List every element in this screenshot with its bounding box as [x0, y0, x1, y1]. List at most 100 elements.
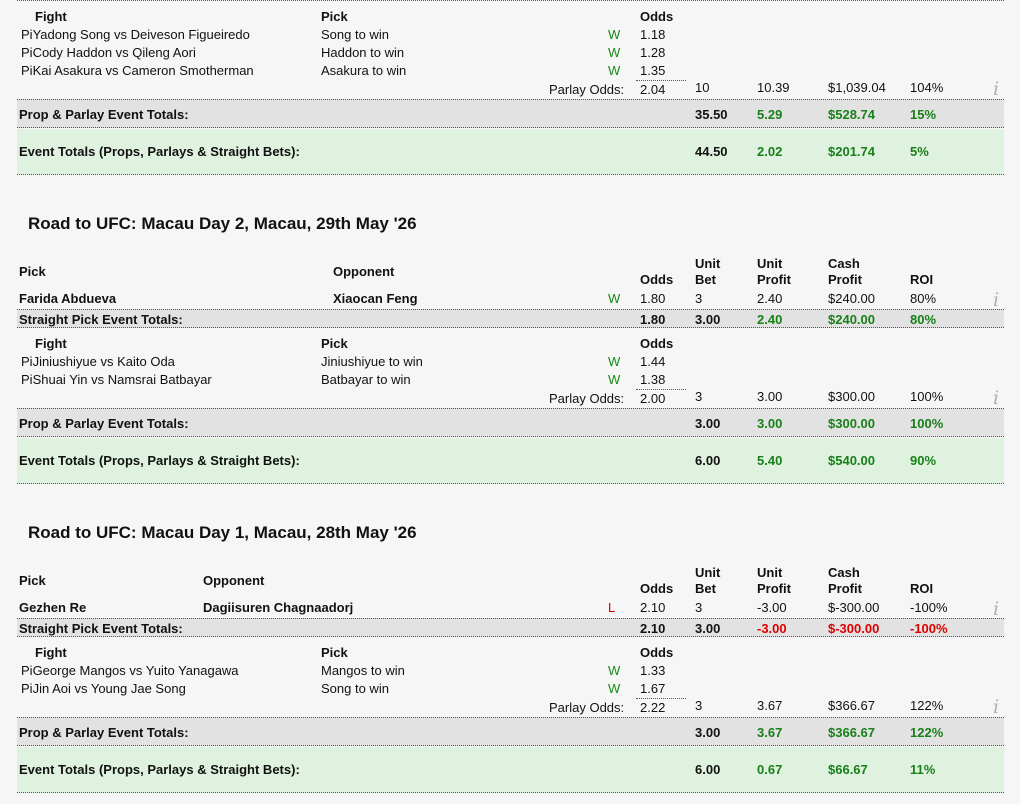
leg-fight: George Mangos vs Yuito Yanagawa [32, 663, 239, 678]
parlay-odds: 2.22 [640, 700, 666, 715]
leg-odds: 1.33 [640, 663, 666, 678]
result-badge: L [608, 600, 616, 615]
leg-pick: Batbayar to win [321, 372, 411, 387]
total-unit-profit: 3.67 [757, 725, 783, 740]
info-icon[interactable]: i [990, 387, 1002, 409]
info-icon[interactable]: i [990, 289, 1002, 311]
parlay-cash-profit: $366.67 [828, 698, 875, 713]
info-icon[interactable]: i [990, 598, 1002, 620]
col-header-fight: Fight [35, 9, 67, 24]
pick-name[interactable]: Gezhen Re [19, 600, 86, 615]
pick-bet: 3 [695, 291, 703, 306]
pick-roi: -100% [910, 600, 948, 615]
straight-total-roi: -100% [910, 621, 948, 636]
col-header-odds: Odds [640, 9, 674, 24]
straight-total-unit-profit: -3.00 [757, 621, 787, 636]
info-icon[interactable]: i [990, 78, 1002, 100]
leg-pick: Asakura to win [321, 63, 407, 78]
col-header-pick: Pick [19, 264, 46, 279]
pick-odds: 1.80 [640, 291, 666, 306]
info-icon[interactable]: i [990, 696, 1002, 718]
leg-odds: 1.28 [640, 45, 666, 60]
parlay-bet: 3 [695, 389, 703, 404]
total-unit-profit: 5.29 [757, 107, 783, 122]
leg-odds: 1.35 [640, 63, 666, 78]
total-cash-profit: $528.74 [828, 107, 875, 122]
leg-pick: Jiniushiyue to win [321, 354, 423, 369]
total-roi: 122% [910, 725, 944, 740]
leg-fight: Cody Haddon vs Qileng Aori [32, 45, 196, 60]
total-unit-profit: 3.00 [757, 416, 783, 431]
straight-total-odds: 1.80 [640, 312, 666, 327]
parlay-roi: 104% [910, 80, 944, 95]
col-header-pick: Pick [321, 336, 348, 351]
pick-roi: 80% [910, 291, 937, 306]
event-totals-label: Event Totals (Props, Parlays & Straight … [19, 762, 300, 777]
col-header-pick: Pick [321, 645, 348, 660]
straight-total-cash-profit: $240.00 [828, 312, 875, 327]
event-total-roi: 11% [910, 762, 936, 777]
row-prefix: Pi [21, 45, 33, 60]
col-header-pick: Pick [321, 9, 348, 24]
event-title[interactable]: Road to UFC: Macau Day 2, Macau, 29th Ma… [28, 214, 417, 234]
event-total-bet: 6.00 [695, 762, 721, 777]
result-badge: W [608, 663, 621, 678]
parlay-unit-profit: 3.67 [757, 698, 783, 713]
event-total-unit-profit: 0.67 [757, 762, 783, 777]
event-total-cash-profit: $540.00 [828, 453, 875, 468]
row-prefix: Pi [21, 27, 33, 42]
pick-unit-profit: -3.00 [757, 600, 787, 615]
pick-name[interactable]: Farida Abdueva [19, 291, 116, 306]
leg-fight: Jin Aoi vs Young Jae Song [32, 681, 186, 696]
total-roi: 15% [910, 107, 937, 122]
col-header-cash-profit: Cash Profit [828, 256, 862, 287]
leg-pick: Haddon to win [321, 45, 405, 60]
leg-pick: Mangos to win [321, 663, 405, 678]
pick-bet: 3 [695, 600, 703, 615]
parlay-unit-profit: 3.00 [757, 389, 783, 404]
divider [636, 698, 686, 699]
row-prefix: Pi [21, 63, 33, 78]
total-cash-profit: $366.67 [828, 725, 875, 740]
parlay-roi: 100% [910, 389, 944, 404]
straight-totals-label: Straight Pick Event Totals: [19, 621, 183, 636]
event-total-roi: 90% [910, 453, 937, 468]
leg-fight: Yadong Song vs Deiveson Figueiredo [32, 27, 250, 42]
col-header-opponent: Opponent [333, 264, 395, 279]
result-badge: W [608, 27, 621, 42]
event-total-bet: 6.00 [695, 453, 721, 468]
total-bet: 3.00 [695, 725, 721, 740]
col-header-odds: Odds [640, 645, 674, 660]
event-title[interactable]: Road to UFC: Macau Day 1, Macau, 28th Ma… [28, 523, 417, 543]
event-total-bet: 44.50 [695, 144, 728, 159]
parlay-odds: 2.00 [640, 391, 666, 406]
straight-total-roi: 80% [910, 312, 937, 327]
parlay-odds-label: Parlay Odds: [549, 82, 625, 97]
opponent-name[interactable]: Dagiisuren Chagnaadorj [203, 600, 353, 615]
col-header-roi: ROI [910, 272, 934, 287]
parlay-odds-label: Parlay Odds: [549, 391, 625, 406]
parlay-odds-label: Parlay Odds: [549, 700, 625, 715]
prop-parlay-totals-label: Prop & Parlay Event Totals: [19, 416, 189, 431]
parlay-bet: 10 [695, 80, 710, 95]
prop-parlay-totals-label: Prop & Parlay Event Totals: [19, 107, 189, 122]
result-badge: W [608, 63, 621, 78]
row-prefix: Pi [21, 354, 33, 369]
col-header-unit-bet: Unit Bet [695, 256, 721, 287]
straight-total-unit-profit: 2.40 [757, 312, 783, 327]
leg-odds: 1.38 [640, 372, 666, 387]
parlay-odds: 2.04 [640, 82, 666, 97]
straight-total-bet: 3.00 [695, 312, 721, 327]
result-badge: W [608, 45, 621, 60]
leg-odds: 1.67 [640, 681, 666, 696]
pick-cash-profit: $240.00 [828, 291, 875, 306]
total-bet: 35.50 [695, 107, 728, 122]
event-totals-label: Event Totals (Props, Parlays & Straight … [19, 453, 300, 468]
parlay-bet: 3 [695, 698, 703, 713]
col-header-roi: ROI [910, 581, 934, 596]
col-header-odds: Odds [640, 336, 674, 351]
opponent-name[interactable]: Xiaocan Feng [333, 291, 418, 306]
event-total-roi: 5% [910, 144, 929, 159]
col-header-odds: Odds [640, 272, 674, 287]
col-header-unit-profit: Unit Profit [757, 565, 791, 596]
